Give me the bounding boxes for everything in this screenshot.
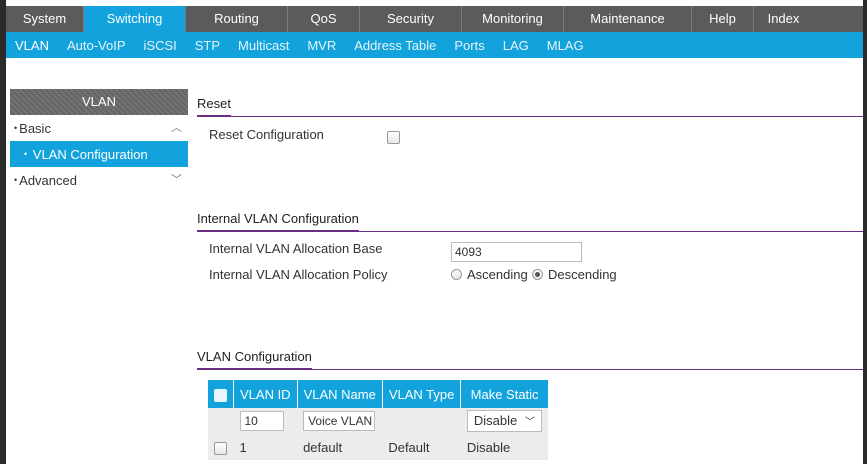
table-header-row: VLAN ID VLAN Name VLAN Type Make Static <box>208 380 548 408</box>
tab-switching[interactable]: Switching <box>84 6 186 32</box>
table-cell <box>382 408 461 434</box>
table-cell <box>208 434 234 460</box>
allocation-policy-label: Internal VLAN Allocation Policy <box>209 267 388 282</box>
section-title-vlan-config: VLAN Configuration <box>197 346 312 370</box>
descending-label: Descending <box>548 267 617 282</box>
make-static-select[interactable]: Disable ﹀ <box>466 410 542 432</box>
subtab-mvr[interactable]: MVR <box>298 38 345 53</box>
sub-navigation: VLAN Auto-VoIP iSCSI STP Multicast MVR A… <box>6 32 863 58</box>
descending-radio[interactable] <box>532 269 543 280</box>
tab-security[interactable]: Security <box>360 6 462 32</box>
subtab-multicast[interactable]: Multicast <box>229 38 298 53</box>
subtab-ports[interactable]: Ports <box>445 38 493 53</box>
top-navigation: System Switching Routing QoS Security Mo… <box>6 6 863 32</box>
bullet-icon: • <box>14 123 18 133</box>
reset-configuration-checkbox[interactable] <box>387 131 400 144</box>
subtab-address-table[interactable]: Address Table <box>345 38 445 53</box>
allocation-base-input[interactable]: 4093 <box>451 242 582 262</box>
table-cell-vlan-name: default <box>297 434 383 460</box>
subtab-auto-voip[interactable]: Auto-VoIP <box>58 38 135 53</box>
empty-cell <box>208 408 234 434</box>
table-cell: 10 <box>233 408 298 434</box>
ascending-label: Ascending <box>467 267 528 282</box>
column-header-vlan-type: VLAN Type <box>382 380 462 408</box>
select-all-header <box>208 380 234 408</box>
bullet-icon: • <box>14 175 18 185</box>
tab-help[interactable]: Help <box>692 6 754 32</box>
tab-routing[interactable]: Routing <box>186 6 288 32</box>
sidebar-item-label: VLAN Configuration <box>32 147 148 162</box>
sidebar-item-label: Advanced <box>19 173 77 188</box>
tab-index[interactable]: Index <box>754 6 813 32</box>
table-cell-vlan-type: Default <box>382 434 461 460</box>
sidebar-item-label: Basic <box>19 121 51 136</box>
subtab-vlan[interactable]: VLAN <box>6 38 58 53</box>
sidebar-item-vlan-configuration[interactable]: • VLAN Configuration <box>10 141 188 167</box>
column-header-make-static: Make Static <box>460 380 548 408</box>
vlan-name-input[interactable]: Voice VLAN <box>303 411 376 431</box>
tab-qos[interactable]: QoS <box>288 6 360 32</box>
vlan-config-section: VLAN Configuration <box>197 346 863 370</box>
section-divider <box>197 116 863 117</box>
subtab-stp[interactable]: STP <box>186 38 229 53</box>
table-row[interactable]: 1 default Default Disable <box>208 434 548 460</box>
window-frame-right <box>863 0 867 464</box>
vlan-id-input[interactable]: 10 <box>239 411 284 431</box>
allocation-base-label: Internal VLAN Allocation Base <box>209 241 383 256</box>
column-header-vlan-id: VLAN ID <box>233 380 298 408</box>
tab-maintenance[interactable]: Maintenance <box>564 6 692 32</box>
subtab-iscsi[interactable]: iSCSI <box>135 38 186 53</box>
section-title-reset: Reset <box>197 93 231 117</box>
make-static-value: Disable <box>473 413 518 428</box>
vlan-table: VLAN ID VLAN Name VLAN Type Make Static … <box>208 380 548 460</box>
subtab-lag[interactable]: LAG <box>494 38 538 53</box>
table-cell-vlan-id: 1 <box>233 434 298 460</box>
sidebar-item-basic[interactable]: • Basic ︿ <box>10 115 188 141</box>
internal-vlan-section: Internal VLAN Configuration <box>197 208 863 232</box>
table-cell: Disable ﹀ <box>460 408 548 434</box>
table-cell-make-static: Disable <box>460 434 548 460</box>
sidebar-item-advanced[interactable]: • Advanced ﹀ <box>10 167 188 193</box>
chevron-up-icon: ︿ <box>171 122 182 134</box>
reset-configuration-label: Reset Configuration <box>209 127 324 142</box>
column-header-vlan-name: VLAN Name <box>297 380 383 408</box>
sidebar-header: VLAN <box>10 89 188 115</box>
reset-section: Reset <box>197 93 863 117</box>
table-input-row: 10 Voice VLAN Disable ﹀ <box>208 408 548 434</box>
row-select-checkbox[interactable] <box>214 441 227 455</box>
window-frame-left <box>0 0 6 464</box>
section-title-internal-vlan: Internal VLAN Configuration <box>197 208 359 232</box>
select-all-checkbox[interactable] <box>214 388 227 402</box>
bullet-icon: • <box>24 149 28 159</box>
tab-monitoring[interactable]: Monitoring <box>462 6 564 32</box>
sidebar: VLAN • Basic ︿ • VLAN Configuration • Adva… <box>10 89 188 193</box>
chevron-down-icon: ﹀ <box>524 417 535 428</box>
tab-system[interactable]: System <box>6 6 84 32</box>
ascending-radio[interactable] <box>451 269 462 280</box>
chevron-down-icon: ﹀ <box>171 174 182 186</box>
table-cell: Voice VLAN <box>297 408 383 434</box>
subtab-mlag[interactable]: MLAG <box>538 38 593 53</box>
